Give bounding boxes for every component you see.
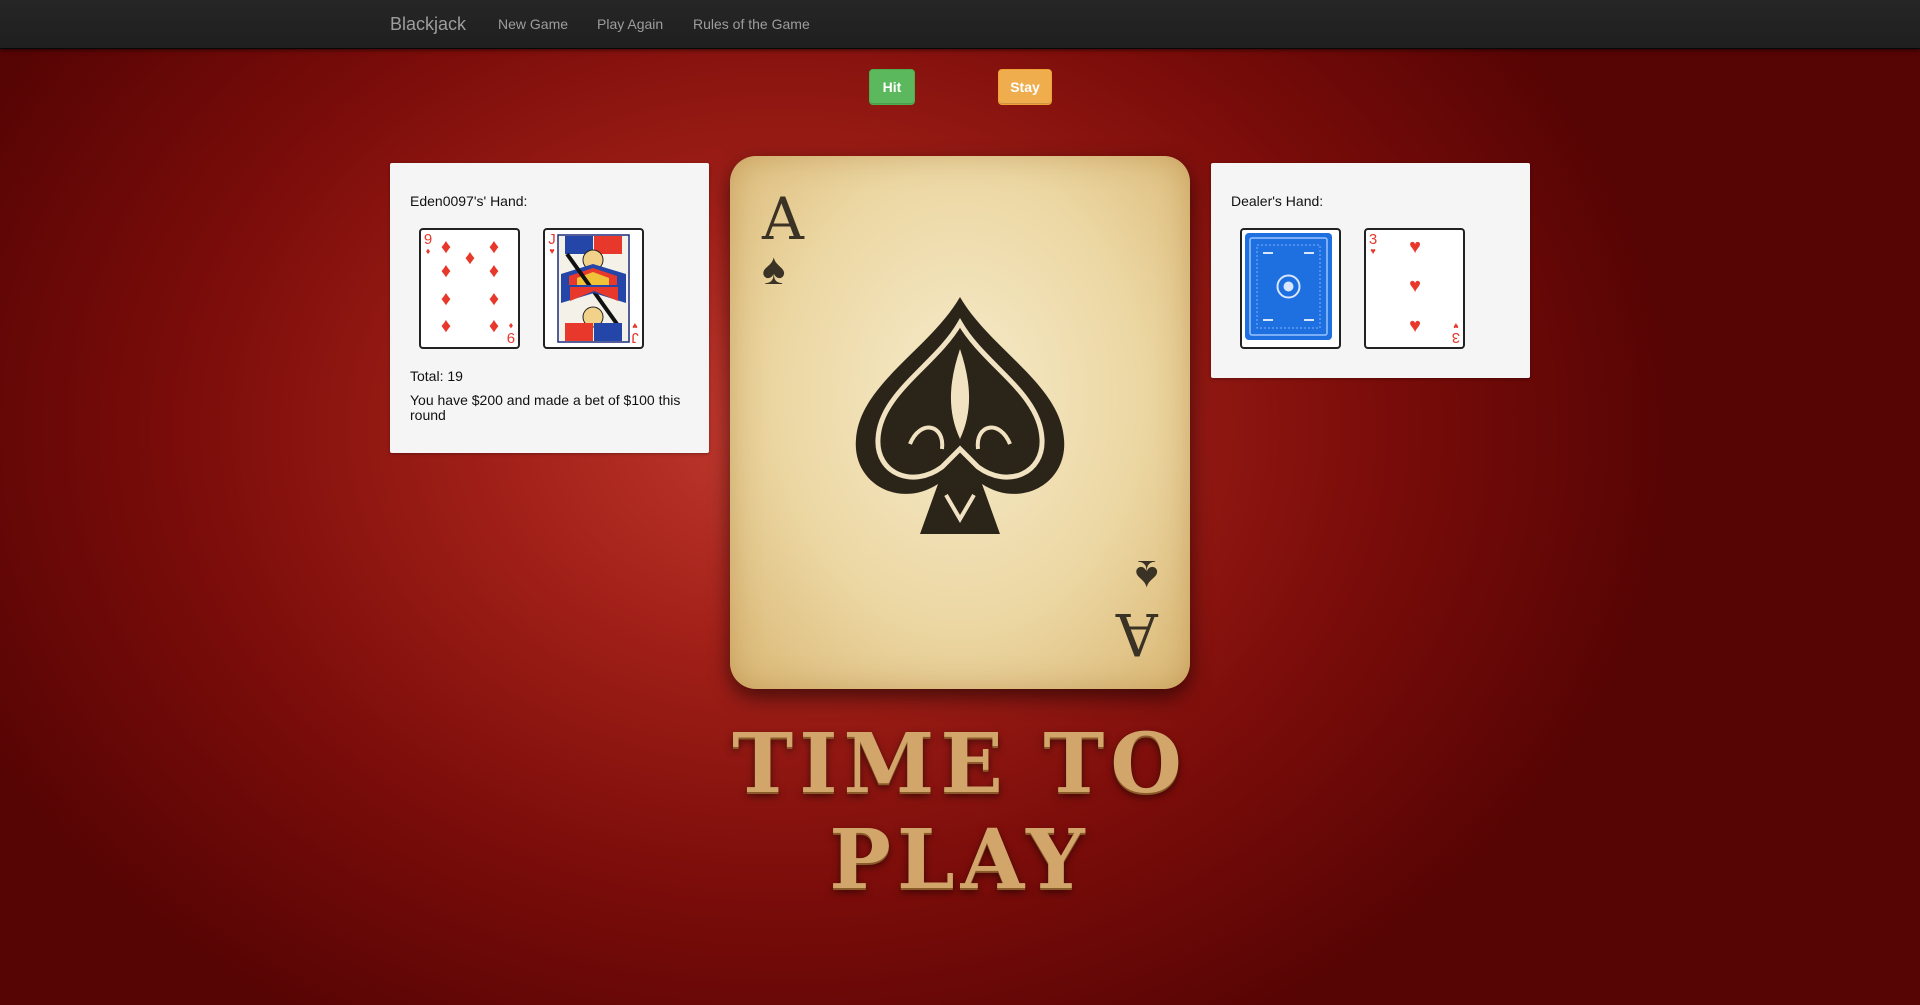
time-to-play-headline: TIME TO PLAY bbox=[732, 716, 1188, 908]
card-index: 3 ♥ bbox=[1368, 231, 1378, 256]
diamond-pip-icon: ♦ bbox=[440, 260, 452, 282]
player-hand-title: Eden0097's' Hand: bbox=[410, 193, 528, 209]
dealer-card-face-down bbox=[1240, 228, 1341, 349]
jack-face-icon bbox=[557, 234, 630, 343]
ace-rank-top: A bbox=[762, 185, 804, 253]
ace-rank-bottom: A bbox=[1116, 600, 1158, 668]
dealer-hand-panel: Dealer's Hand: 3 ♥ 3 ♥ ♥ ♥ ♥ bbox=[1211, 163, 1530, 378]
dealer-card-three-of-hearts: 3 ♥ 3 ♥ ♥ ♥ ♥ bbox=[1364, 228, 1465, 349]
diamond-pip-icon: ♦ bbox=[488, 236, 500, 258]
player-card-jack-of-hearts: J ♥ J ♥ bbox=[543, 228, 644, 349]
diamond-pip-icon: ♦ bbox=[464, 247, 476, 269]
diamond-pip-icon: ♦ bbox=[440, 288, 452, 310]
nav-play-again[interactable]: Play Again bbox=[597, 16, 663, 32]
spade-icon: ♠ bbox=[762, 245, 786, 294]
diamond-pip-icon: ♦ bbox=[488, 315, 500, 337]
heart-pip-icon: ♥ bbox=[1409, 236, 1421, 258]
large-spade-icon bbox=[855, 297, 1065, 534]
stay-button[interactable]: Stay bbox=[998, 69, 1052, 105]
dealer-hand-title: Dealer's Hand: bbox=[1231, 193, 1324, 209]
card-index: 3 ♥ bbox=[1451, 321, 1461, 346]
diamond-pip-icon: ♦ bbox=[488, 288, 500, 310]
diamond-pip-icon: ♦ bbox=[440, 315, 452, 337]
nav-new-game[interactable]: New Game bbox=[498, 16, 568, 32]
player-card-nine-of-diamonds: 9 ♦ 9 ♦ ♦ ♦ ♦ ♦ ♦ ♦ ♦ ♦ ♦ bbox=[419, 228, 520, 349]
bet-status-text: You have $200 and made a bet of $100 thi… bbox=[410, 392, 681, 423]
ace-of-spades-hero-card: A ♠ A ♠ bbox=[730, 156, 1190, 689]
card-index: 9 ♦ bbox=[506, 321, 516, 346]
hit-button[interactable]: Hit bbox=[869, 69, 915, 105]
card-back-icon bbox=[1245, 233, 1332, 340]
diamond-pip-icon: ♦ bbox=[488, 260, 500, 282]
diamond-pip-icon: ♦ bbox=[440, 236, 452, 258]
player-total: Total: 19 bbox=[410, 368, 463, 384]
card-index: J ♥ bbox=[631, 321, 639, 346]
spade-icon: ♠ bbox=[1134, 551, 1158, 600]
card-index: 9 ♦ bbox=[423, 231, 433, 256]
top-navbar: Blackjack New Game Play Again Rules of t… bbox=[0, 0, 1920, 49]
heart-pip-icon: ♥ bbox=[1409, 275, 1421, 297]
nav-rules[interactable]: Rules of the Game bbox=[693, 16, 810, 32]
player-hand-panel: Eden0097's' Hand: 9 ♦ 9 ♦ ♦ ♦ ♦ ♦ ♦ ♦ ♦ ♦ … bbox=[390, 163, 709, 453]
brand-link[interactable]: Blackjack bbox=[390, 14, 466, 35]
heart-pip-icon: ♥ bbox=[1409, 315, 1421, 337]
